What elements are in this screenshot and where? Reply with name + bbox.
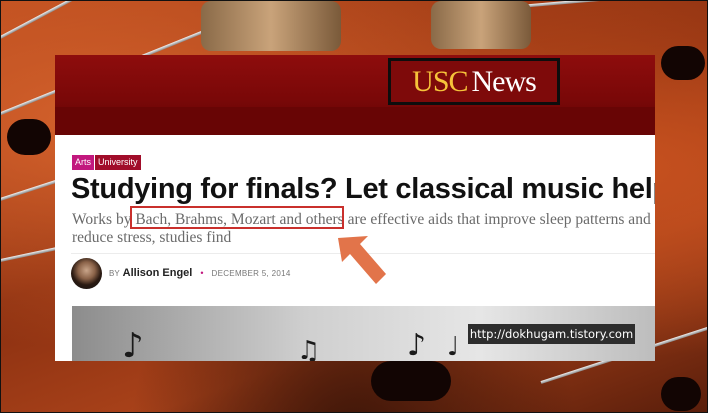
violin-f-hole bbox=[661, 46, 705, 80]
by-prefix: BY bbox=[109, 268, 120, 278]
violin-bridge bbox=[201, 1, 341, 51]
usc-news-logo[interactable]: USC News bbox=[388, 58, 560, 105]
music-note-icon: ♪ bbox=[122, 326, 144, 361]
article-screenshot: USC News Arts University Studying for fi… bbox=[55, 55, 655, 361]
byline: BY Allison Engel • DECEMBER 5, 2014 bbox=[71, 257, 291, 289]
violin-background: USC News Arts University Studying for fi… bbox=[0, 0, 708, 413]
blog-watermark: http://dokhugam.tistory.com bbox=[468, 324, 635, 344]
article-tags: Arts University bbox=[72, 155, 141, 170]
music-note-icon: ♪ bbox=[407, 328, 427, 361]
byline-separator: • bbox=[200, 268, 204, 278]
author-name[interactable]: Allison Engel bbox=[123, 267, 193, 279]
site-masthead: USC News bbox=[55, 55, 655, 135]
dek-before: Works by bbox=[72, 211, 136, 228]
violin-f-hole bbox=[7, 119, 51, 155]
tag-arts[interactable]: Arts bbox=[72, 155, 95, 170]
music-note-icon: ♫ bbox=[297, 336, 321, 361]
publish-date: DECEMBER 5, 2014 bbox=[211, 268, 291, 278]
author-avatar[interactable] bbox=[71, 257, 102, 289]
arrow-up-left-icon bbox=[338, 236, 386, 284]
logo-usc-text: USC bbox=[412, 64, 468, 98]
article-headline: Studying for finals? Let classical music… bbox=[71, 173, 655, 205]
violin-bridge bbox=[431, 1, 531, 49]
violin-f-hole bbox=[661, 377, 701, 411]
masthead-strip bbox=[55, 107, 655, 135]
music-note-icon: ♩ bbox=[447, 332, 460, 361]
tag-university[interactable]: University bbox=[95, 155, 141, 170]
violin-f-hole bbox=[371, 361, 451, 401]
highlight-box bbox=[130, 206, 344, 229]
logo-news-text: News bbox=[471, 64, 537, 98]
